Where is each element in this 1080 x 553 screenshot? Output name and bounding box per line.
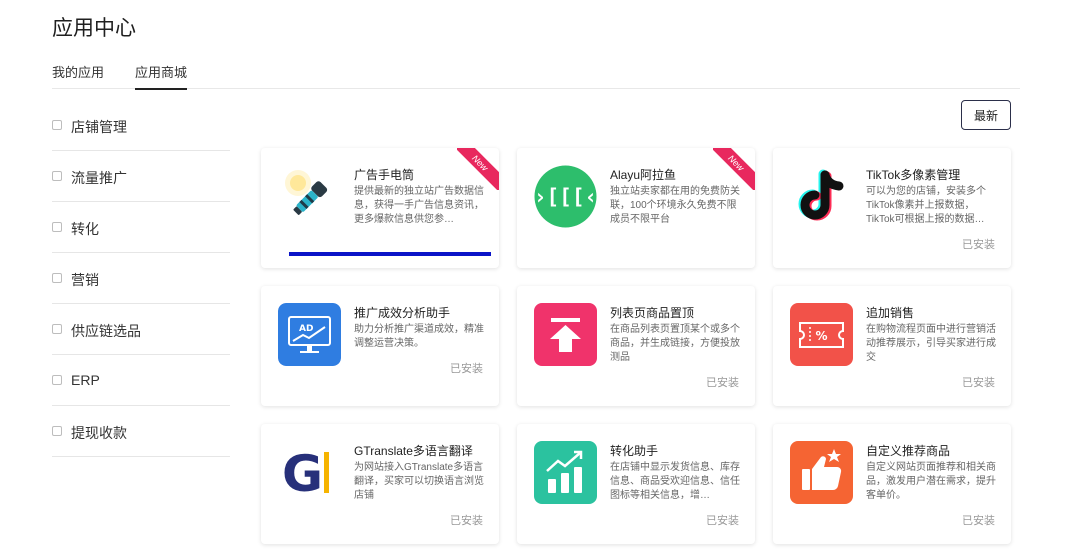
category-store-management[interactable]: 店铺管理: [52, 100, 230, 151]
app-description: 为网站接入GTranslate多语言翻译，买家可以切换语言浏览店铺: [354, 462, 484, 501]
category-checkbox[interactable]: [52, 171, 62, 181]
app-description: 在商品列表页置顶某个或多个商品，并生成链接，方便投放测品: [610, 324, 740, 363]
installed-status: 已安装: [450, 363, 483, 375]
category-label: 提现收款: [71, 425, 127, 441]
category-label: 供应链选品: [71, 323, 141, 339]
installed-status: 已安装: [706, 515, 739, 527]
installed-status: 已安装: [962, 239, 995, 251]
svg-text:AD: AD: [299, 324, 313, 334]
app-description: 独立站卖家都在用的免费防关联，100个环境永久免费不限成员不限平台: [610, 186, 740, 225]
page-title: 应用中心: [52, 17, 136, 40]
app-name: 广告手电筒: [354, 168, 415, 182]
flashlight-icon: [285, 170, 328, 215]
install-progress-bar: [289, 252, 491, 256]
app-name: 追加销售: [866, 306, 915, 320]
app-description: 助力分析推广渠道成效，精准调整运营决策。: [354, 324, 484, 349]
category-checkbox[interactable]: [52, 324, 62, 334]
app-name: GTranslate多语言翻译: [354, 444, 473, 458]
app-description: 在购物流程页面中进行营销活动推荐展示，引导买家进行成交: [866, 324, 996, 363]
new-badge: New: [457, 148, 499, 190]
alayu-icon: ›[[[‹: [534, 165, 597, 228]
installed-status: 已安装: [962, 377, 995, 389]
category-label: ERP: [71, 372, 100, 388]
app-card-conversion-helper[interactable]: 转化助手 在店铺中显示发货信息、库存信息、商品受欢迎信息、信任图标等相关信息，增…: [517, 424, 755, 544]
category-traffic-promotion[interactable]: 流量推广: [52, 151, 230, 202]
app-description: 可以为您的店铺，安装多个TikTok像素并上报数据，TikTok可根据上报的数据…: [866, 186, 986, 225]
app-name: 自定义推荐商品: [866, 444, 951, 458]
category-checkbox[interactable]: [52, 120, 62, 130]
thumbs-up-icon: [790, 441, 853, 504]
app-card-tiktok-pixel[interactable]: TikTok多像素管理 可以为您的店铺，安装多个TikTok像素并上报数据，Ti…: [773, 148, 1011, 268]
pin-top-icon: [534, 303, 597, 366]
svg-text:G: G: [282, 445, 323, 503]
svg-text:%: %: [815, 329, 827, 343]
app-card-alayu[interactable]: ›[[[‹ Alayu阿拉鱼 独立站卖家都在用的免费防关联，100个环境永久免费…: [517, 148, 755, 268]
category-supply-chain[interactable]: 供应链选品: [52, 304, 230, 355]
app-name: 列表页商品置顶: [610, 306, 695, 320]
app-card-ad-flashlight[interactable]: 广告手电筒 提供最新的独立站广告数据信息，获得一手广告信息资讯，更多爆款信息供您…: [261, 148, 499, 268]
app-name: 转化助手: [610, 444, 659, 458]
category-label: 营销: [71, 272, 99, 288]
app-description: 自定义网站页面推荐和相关商品，激发用户潜在需求，提升客单价。: [866, 462, 996, 501]
app-description: 提供最新的独立站广告数据信息，获得一手广告信息资讯，更多爆款信息供您参…: [354, 186, 484, 225]
gtranslate-icon: G: [282, 445, 329, 503]
category-label: 店铺管理: [71, 119, 127, 135]
installed-status: 已安装: [450, 515, 483, 527]
app-name: TikTok多像素管理: [866, 168, 961, 182]
category-checkbox[interactable]: [52, 426, 62, 436]
installed-status: 已安装: [706, 377, 739, 389]
app-name: 推广成效分析助手: [354, 306, 451, 320]
category-checkbox[interactable]: [52, 375, 62, 385]
app-card-upsell[interactable]: % 追加销售 在购物流程页面中进行营销活动推荐展示，引导买家进行成交 已安装: [773, 286, 1011, 406]
ad-analysis-icon: AD: [278, 303, 341, 366]
coupon-icon: %: [790, 303, 853, 366]
category-erp[interactable]: ERP: [52, 355, 230, 406]
category-sidebar: 店铺管理 流量推广 转化 营销 供应链选品 ERP 提现收款: [52, 100, 230, 457]
category-marketing[interactable]: 营销: [52, 253, 230, 304]
category-checkbox[interactable]: [52, 222, 62, 232]
app-description: 在店铺中显示发货信息、库存信息、商品受欢迎信息、信任图标等相关信息，增…: [610, 462, 740, 501]
installed-status: 已安装: [962, 515, 995, 527]
tiktok-icon: [798, 169, 844, 221]
tab-app-store[interactable]: 应用商城: [135, 62, 188, 90]
conversion-chart-icon: [534, 441, 597, 504]
app-name: Alayu阿拉鱼: [610, 168, 677, 182]
category-withdrawal[interactable]: 提现收款: [52, 406, 230, 457]
category-conversion[interactable]: 转化: [52, 202, 230, 253]
app-card-gtranslate[interactable]: G GTranslate多语言翻译 为网站接入GTranslate多语言翻译，买…: [261, 424, 499, 544]
category-checkbox[interactable]: [52, 273, 62, 283]
svg-text:›[[[‹: ›[[[‹: [534, 185, 597, 209]
app-card-custom-recommend[interactable]: 自定义推荐商品 自定义网站页面推荐和相关商品，激发用户潜在需求，提升客单价。 已…: [773, 424, 1011, 544]
category-label: 转化: [71, 221, 99, 237]
tab-bar: 我的应用 应用商城: [52, 62, 1020, 90]
new-badge: New: [713, 148, 755, 190]
tab-my-apps[interactable]: 我的应用: [52, 62, 104, 89]
app-card-list-pin-top[interactable]: 列表页商品置顶 在商品列表页置顶某个或多个商品，并生成链接，方便投放测品 已安装: [517, 286, 755, 406]
sort-latest-button[interactable]: 最新: [961, 100, 1011, 130]
category-label: 流量推广: [71, 170, 127, 186]
app-card-promo-analysis[interactable]: AD 推广成效分析助手 助力分析推广渠道成效，精准调整运营决策。 已安装: [261, 286, 499, 406]
